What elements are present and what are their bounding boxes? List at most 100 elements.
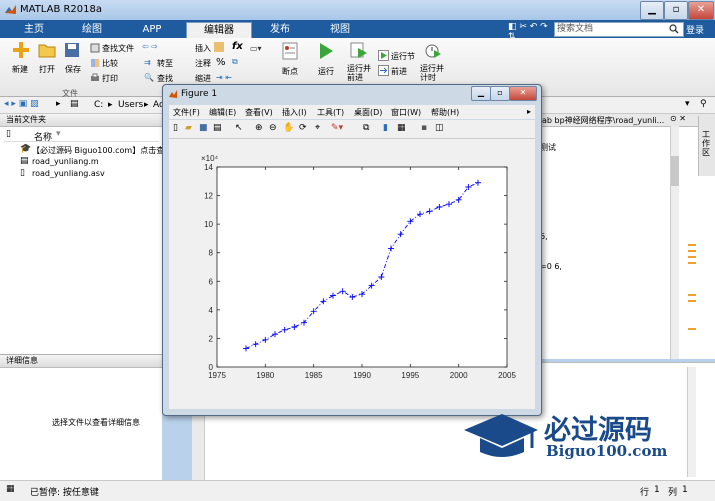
close-button[interactable]: ✕ <box>688 1 714 20</box>
line-chart[interactable]: 1975 1980 1985 1990 1995 2000 2005 0 2 4 6 8 10 12 14×… <box>169 139 535 409</box>
menu-view[interactable]: 查看(V) <box>245 107 273 118</box>
advance-button[interactable]: 前进 <box>391 66 407 77</box>
tab-view[interactable]: 视图 <box>318 22 362 38</box>
warning-marker[interactable] <box>688 256 696 258</box>
link-plot-icon[interactable]: ⧉ <box>363 123 369 133</box>
login-button[interactable]: 登录 <box>686 23 704 36</box>
status-icon: ▦ <box>6 484 15 494</box>
title-bar: MATLAB R2018a ▁ ▫ ✕ <box>0 0 715 20</box>
rotate-3d-icon[interactable]: ⟳ <box>299 123 307 133</box>
data-cursor-icon[interactable]: ⌖ <box>315 123 320 133</box>
search-input[interactable]: 搜索文档 <box>554 22 684 37</box>
address-search-icon[interactable]: ⚲ <box>700 99 707 109</box>
wrap-icon[interactable]: ⧉ <box>232 57 238 67</box>
run-and-time-button[interactable]: 运行并 计时 <box>420 64 444 82</box>
save-figure-icon[interactable]: ■ <box>199 123 208 133</box>
hide-plot-tools-icon[interactable]: ▪ <box>421 123 427 133</box>
editor-tab-close-icon[interactable]: ⊙ ✕ <box>670 114 686 123</box>
menu-desktop[interactable]: 桌面(D) <box>354 107 382 118</box>
address-crumb-users[interactable]: Users <box>118 100 143 110</box>
editor-scrollbar[interactable] <box>670 126 679 359</box>
zoom-out-icon[interactable]: ⊖ <box>269 123 277 133</box>
warning-marker[interactable] <box>688 294 696 296</box>
run-button[interactable]: 运行 <box>318 66 334 77</box>
figure-window[interactable]: Figure 1 ▁ ▫ ✕ 文件(F) 编辑(E) 查看(V) 插入(I) 工… <box>162 84 542 416</box>
row-label: 行 <box>640 488 650 498</box>
search-icon[interactable] <box>669 24 679 34</box>
warning-marker[interactable] <box>688 250 696 252</box>
list-item[interactable]: ▤ road_yunliang.m <box>0 156 160 168</box>
open-file-icon[interactable]: ▰ <box>185 123 192 133</box>
figure-menu-bar: 文件(F) 编辑(E) 查看(V) 插入(I) 工具(T) 桌面(D) 窗口(W… <box>169 105 535 119</box>
crumb-separator: ▸ <box>108 100 113 110</box>
indent-icon[interactable]: ⇥ ⇤ <box>216 73 232 82</box>
goto-button[interactable]: 转至 <box>157 58 173 69</box>
compare-button[interactable]: 比较 <box>102 58 118 69</box>
pointer-icon[interactable]: ↖ <box>235 123 243 133</box>
tab-editor[interactable]: 编辑器 <box>186 22 252 39</box>
comment-button[interactable]: 注释 <box>195 58 211 69</box>
run-section-button[interactable]: 运行节 <box>391 51 415 62</box>
tab-plots[interactable]: 绘图 <box>70 22 114 38</box>
warning-marker[interactable] <box>688 300 696 302</box>
figure-minimize-button[interactable]: ▁ <box>471 86 491 101</box>
browse-folder-icon[interactable]: ▸ <box>56 99 61 109</box>
quick-access-icons[interactable]: ◧ ✂ ↶ ↷ ⇅ <box>508 22 552 42</box>
breakpoints-button[interactable]: 断点 <box>282 66 298 77</box>
figure-maximize-button[interactable]: ▫ <box>490 86 510 101</box>
new-button[interactable]: 新建 <box>12 64 28 75</box>
warning-marker[interactable] <box>688 244 696 246</box>
code-line[interactable]: =0 6, <box>540 262 562 271</box>
find-files-button[interactable]: 查找文件 <box>102 43 134 54</box>
menu-tools[interactable]: 工具(T) <box>317 107 344 118</box>
figure-logo-icon <box>169 90 177 98</box>
colorbar-icon[interactable]: ▮ <box>383 123 388 133</box>
maximize-button[interactable]: ▫ <box>664 1 688 20</box>
menu-dock-icon[interactable]: ▸ <box>527 107 531 116</box>
workspace-side-tab[interactable]: 工作区 <box>698 116 715 176</box>
editor-file-path: ab bp神经网络程序\road_yunli... <box>542 116 665 125</box>
menu-insert[interactable]: 插入(I) <box>282 107 307 118</box>
warning-marker[interactable] <box>688 328 696 330</box>
compare-icon <box>91 59 99 67</box>
list-item[interactable]: ▯ road_yunliang.asv <box>0 168 160 180</box>
tab-publish[interactable]: 发布 <box>258 22 302 38</box>
warning-marker[interactable] <box>688 262 696 264</box>
run-and-time-icon <box>425 44 441 58</box>
show-plot-tools-icon[interactable]: ◫ <box>435 123 444 133</box>
percent-comment-button[interactable]: % <box>216 57 226 68</box>
print-button[interactable]: 打印 <box>102 73 118 84</box>
editor-tab[interactable]: ab bp神经网络程序\road_yunli... ⊙ ✕ <box>540 114 715 127</box>
code-line[interactable]: 测试 <box>540 142 556 153</box>
x-tick-label: 1985 <box>305 371 323 380</box>
save-button[interactable]: 保存 <box>65 64 81 75</box>
column-header[interactable]: ▯ 名称 ▾ <box>4 129 159 143</box>
print-figure-icon[interactable]: ▤ <box>213 123 222 133</box>
tab-home[interactable]: 主页 <box>14 22 54 38</box>
menu-help[interactable]: 帮助(H) <box>431 107 459 118</box>
brush-icon[interactable]: ✎▾ <box>331 123 343 133</box>
list-item[interactable]: 🎓 【必过源码 Biguo100.com】点击查 <box>0 144 164 156</box>
fx-button[interactable]: fx <box>232 41 243 52</box>
find-button[interactable]: 查找 <box>157 73 173 84</box>
y-tick-label: 10 <box>204 220 213 229</box>
pan-hand-icon[interactable]: ✋ <box>283 123 294 133</box>
address-crumb-drive[interactable]: C: <box>94 100 103 110</box>
more-options-icon[interactable]: ▭▾ <box>250 44 262 53</box>
address-dropdown-icon[interactable]: ▾ <box>685 99 690 109</box>
run-advance-button[interactable]: 运行并 前进 <box>347 64 371 82</box>
new-figure-icon[interactable]: ▯ <box>173 123 178 133</box>
legend-icon[interactable]: ▦ <box>397 123 406 133</box>
menu-window[interactable]: 窗口(W) <box>391 107 421 118</box>
menu-file[interactable]: 文件(F) <box>173 107 200 118</box>
indent-button[interactable]: 缩进 <box>195 73 211 84</box>
minimize-button[interactable]: ▁ <box>640 1 664 20</box>
insert-button[interactable]: 插入 <box>195 43 211 54</box>
open-button[interactable]: 打开 <box>39 64 55 75</box>
tab-apps[interactable]: APP <box>130 22 174 38</box>
zoom-in-icon[interactable]: ⊕ <box>255 123 263 133</box>
figure-close-button[interactable]: ✕ <box>509 86 537 101</box>
menu-edit[interactable]: 编辑(E) <box>209 107 236 118</box>
nav-arrows-icon[interactable]: ◂ ▸ ▣ ▨ <box>4 99 39 109</box>
back-forward-icon[interactable]: ⇦ ⇨ <box>142 42 158 51</box>
